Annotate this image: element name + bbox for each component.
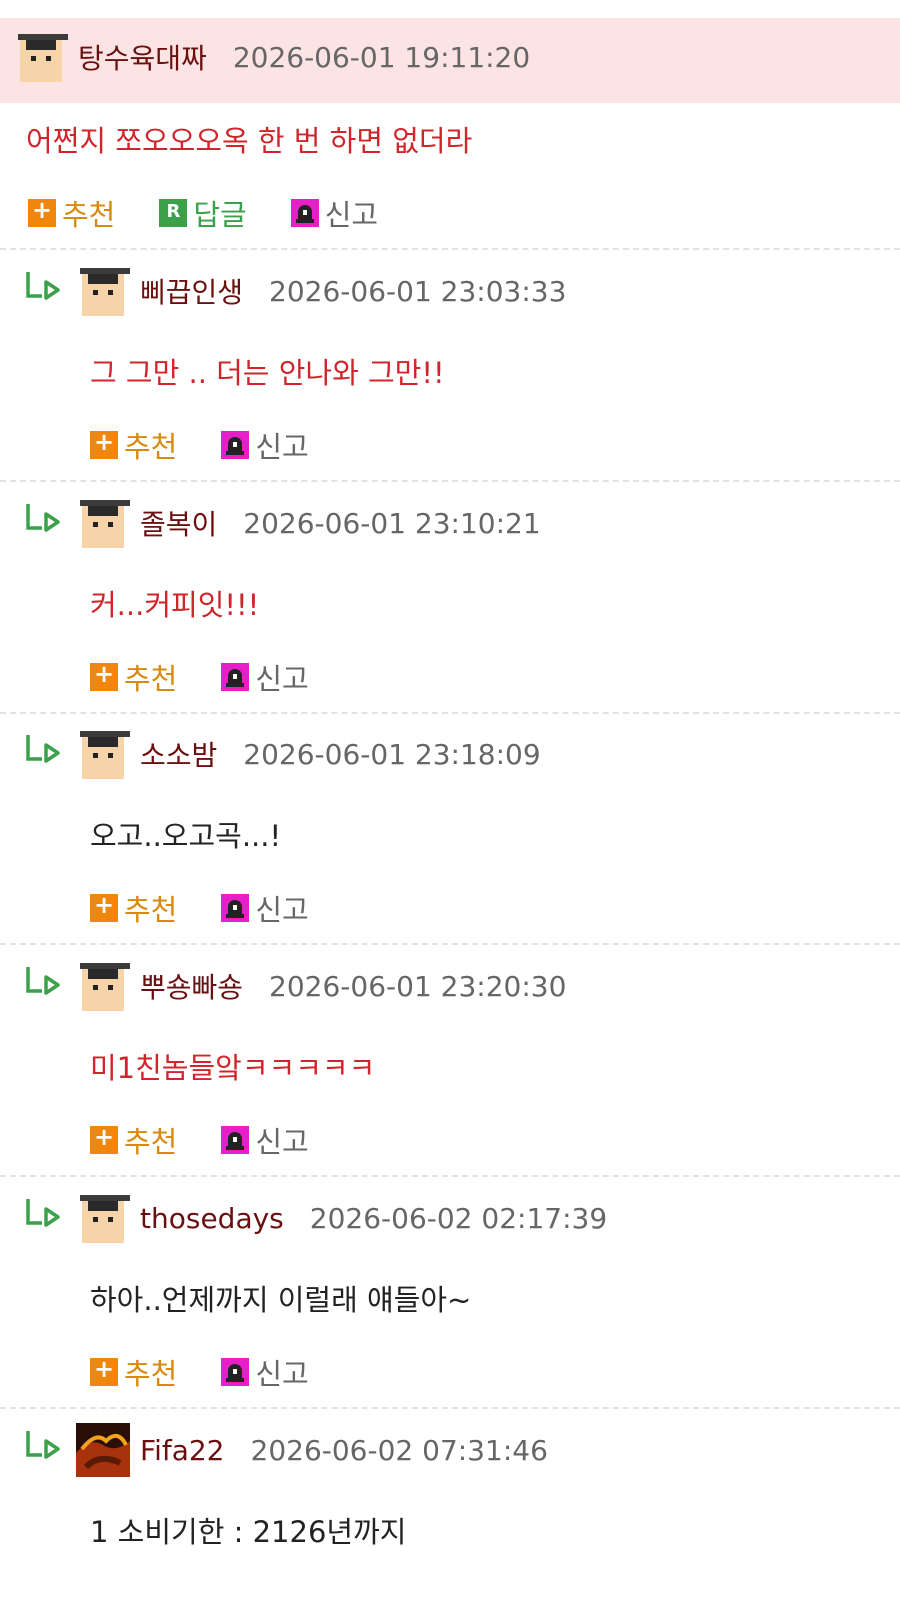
comment-header: 소소밤 2026-06-01 23:18:09 [76, 727, 541, 781]
avatar[interactable] [14, 30, 68, 84]
plus-icon [90, 1355, 118, 1386]
comment-header: 탕수육대짜 2026-06-01 19:11:20 [14, 30, 530, 84]
plus-icon [90, 660, 118, 691]
avatar[interactable] [76, 727, 130, 781]
nickname[interactable]: Fifa22 [140, 1434, 225, 1467]
comment-actions: 추천 신고 [90, 424, 353, 466]
comment-text: 그 그만 .. 더는 안나와 그만!! [90, 356, 445, 390]
nickname[interactable]: 탕수육대짜 [78, 37, 207, 77]
comment-actions: 추천 신고 [90, 1119, 353, 1161]
comment-actions: 추천 신고 [90, 1351, 353, 1393]
plus-icon [28, 196, 56, 227]
recommend-button[interactable]: 추천 [90, 656, 177, 698]
divider [0, 1175, 900, 1177]
plus-icon [90, 891, 118, 922]
comment-header: 삐끕인생 2026-06-01 23:03:33 [76, 264, 566, 318]
divider [0, 248, 900, 250]
comment-text: 커...커피잇!!! [90, 588, 260, 622]
avatar[interactable] [76, 959, 130, 1013]
nickname[interactable]: thosedays [140, 1202, 284, 1235]
plus-icon [90, 428, 118, 459]
recommend-label: 추천 [124, 430, 178, 464]
report-label: 신고 [255, 1357, 309, 1391]
reply-label: 답글 [193, 198, 247, 232]
nickname[interactable]: 소소밤 [140, 734, 217, 774]
report-button[interactable]: 신고 [221, 1119, 309, 1161]
comment-actions: 추천 신고 [90, 656, 353, 698]
recommend-label: 추천 [124, 662, 178, 696]
divider [0, 943, 900, 945]
timestamp: 2026-06-02 02:17:39 [309, 1201, 608, 1235]
siren-icon [221, 1126, 250, 1154]
siren-icon [290, 199, 319, 227]
timestamp: 2026-06-01 23:10:21 [243, 506, 541, 540]
recommend-button[interactable]: 추천 [90, 1351, 177, 1393]
comment-actions: 추천 신고 [90, 887, 353, 929]
recommend-button[interactable]: 추천 [90, 1119, 177, 1161]
divider [0, 480, 900, 482]
reply-arrow-icon [24, 1197, 64, 1231]
siren-icon [221, 431, 250, 459]
report-label: 신고 [324, 198, 379, 232]
comment-header: Fifa22 2026-06-02 07:31:46 [76, 1423, 548, 1477]
report-button[interactable]: 신고 [221, 887, 309, 929]
timestamp: 2026-06-01 23:20:30 [269, 969, 567, 1003]
avatar[interactable] [76, 496, 130, 550]
reply-arrow-icon [24, 502, 64, 536]
avatar[interactable] [76, 264, 130, 318]
report-button[interactable]: 신고 [290, 192, 379, 234]
report-label: 신고 [255, 430, 309, 464]
reply-r-icon [159, 199, 188, 227]
comment-actions: 추천 답글 신고 [28, 192, 422, 234]
siren-icon [221, 894, 250, 922]
siren-icon [221, 1358, 250, 1386]
report-label: 신고 [255, 893, 309, 927]
report-button[interactable]: 신고 [221, 656, 309, 698]
recommend-label: 추천 [62, 198, 116, 232]
timestamp: 2026-06-01 23:03:33 [269, 274, 567, 308]
comment-text: 하아..언제까지 이럴래 얘들아~ [90, 1283, 472, 1317]
recommend-label: 추천 [124, 1125, 178, 1159]
recommend-button[interactable]: 추천 [28, 192, 115, 234]
avatar[interactable] [76, 1423, 130, 1477]
divider [0, 1407, 900, 1409]
reply-arrow-icon [24, 270, 64, 304]
plus-icon [90, 1123, 118, 1154]
report-label: 신고 [255, 662, 309, 696]
siren-icon [221, 663, 250, 691]
report-label: 신고 [255, 1125, 309, 1159]
comment-header: 뿌숑빠숑 2026-06-01 23:20:30 [76, 959, 566, 1013]
recommend-button[interactable]: 추천 [90, 887, 177, 929]
comment-text: 어쩐지 쪼오오오옥 한 번 하면 없더라 [26, 124, 473, 158]
nickname[interactable]: 뿌숑빠숑 [140, 966, 243, 1006]
recommend-button[interactable]: 추천 [90, 424, 177, 466]
timestamp: 2026-06-01 19:11:20 [232, 40, 531, 74]
nickname[interactable]: 삐끕인생 [140, 271, 243, 311]
avatar[interactable] [76, 1191, 130, 1245]
comment-header: 졸복이 2026-06-01 23:10:21 [76, 496, 541, 550]
avatar-icon [18, 34, 68, 82]
reply-button[interactable]: 답글 [159, 192, 247, 234]
nickname[interactable]: 졸복이 [140, 503, 217, 543]
report-button[interactable]: 신고 [221, 424, 309, 466]
recommend-label: 추천 [124, 893, 178, 927]
reply-arrow-icon [24, 733, 64, 767]
timestamp: 2026-06-02 07:31:46 [250, 1433, 548, 1467]
recommend-label: 추천 [124, 1357, 178, 1391]
report-button[interactable]: 신고 [221, 1351, 309, 1393]
reply-arrow-icon [24, 1429, 64, 1463]
reply-arrow-icon [24, 965, 64, 999]
divider [0, 712, 900, 714]
comment-text: 오고..오고곡...! [90, 819, 282, 853]
comment-text: 1 소비기한 : 2126년까지 [90, 1515, 407, 1549]
comment-header: thosedays 2026-06-02 02:17:39 [76, 1191, 607, 1245]
comment-text: 미1친놈들앜ㅋㅋㅋㅋㅋ [90, 1051, 376, 1085]
timestamp: 2026-06-01 23:18:09 [243, 737, 541, 771]
